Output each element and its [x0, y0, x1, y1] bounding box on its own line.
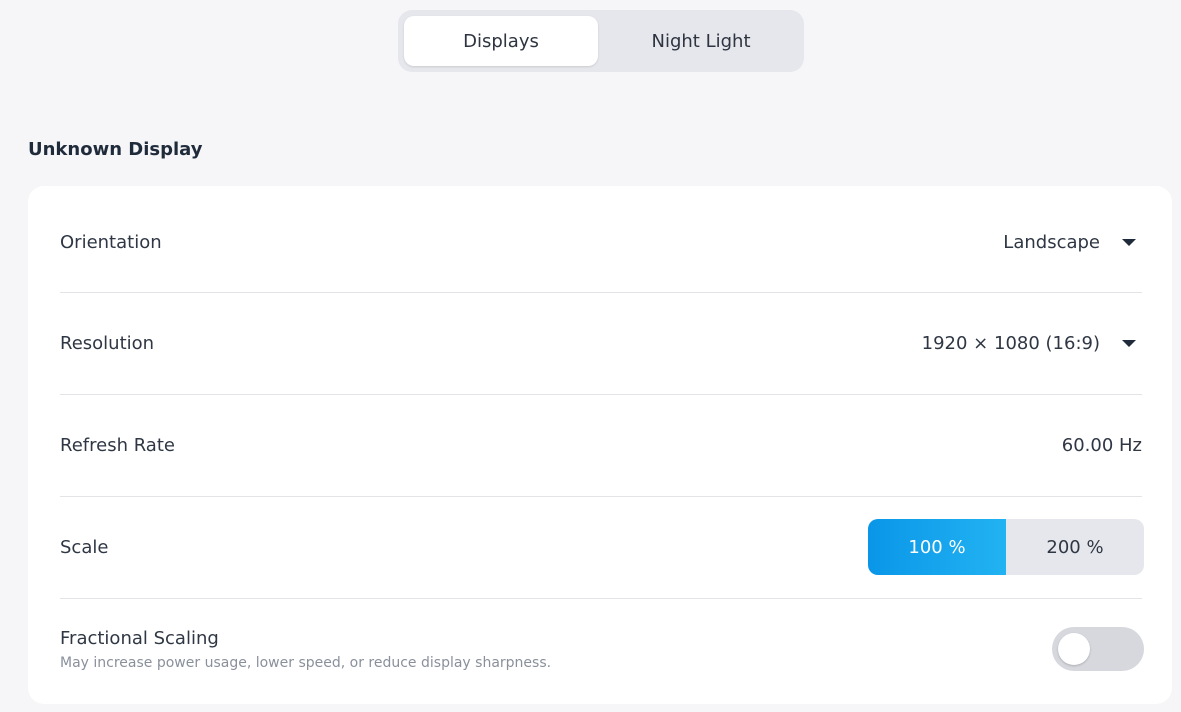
- fractional-scaling-label: Fractional Scaling: [60, 627, 219, 649]
- chevron-down-icon: [1122, 339, 1136, 347]
- resolution-label: Resolution: [60, 332, 155, 354]
- toggle-knob: [1058, 633, 1090, 665]
- resolution-value: 1920 × 1080 (16:9): [921, 332, 1100, 354]
- resolution-dropdown[interactable]: 1920 × 1080 (16:9): [922, 333, 1142, 354]
- scale-label: Scale: [60, 536, 109, 558]
- refresh-rate-label: Refresh Rate: [60, 434, 175, 456]
- orientation-row: Orientation Landscape: [60, 212, 1142, 272]
- orientation-dropdown[interactable]: Landscape: [1003, 232, 1142, 253]
- display-settings-page: Displays Night Light Unknown Display Ori…: [0, 0, 1181, 712]
- separator: [60, 598, 1142, 599]
- fractional-scaling-toggle[interactable]: [1052, 627, 1144, 671]
- separator: [60, 394, 1142, 395]
- orientation-value: Landscape: [1003, 231, 1100, 253]
- refresh-rate-row: Refresh Rate 60.00 Hz: [60, 415, 1142, 475]
- fractional-scaling-description: May increase power usage, lower speed, o…: [60, 654, 552, 671]
- scale-row: Scale 100 % 200 %: [60, 519, 1144, 575]
- fractional-scaling-text: Fractional Scaling May increase power us…: [60, 628, 551, 671]
- separator: [60, 292, 1142, 293]
- scale-selector: 100 % 200 %: [868, 519, 1144, 575]
- tab-displays[interactable]: Displays: [404, 16, 598, 66]
- scale-option-100[interactable]: 100 %: [868, 519, 1006, 575]
- refresh-rate-value: 60.00 Hz: [1061, 434, 1142, 456]
- orientation-label: Orientation: [60, 231, 162, 253]
- view-switcher: Displays Night Light: [398, 10, 804, 72]
- scale-option-200[interactable]: 200 %: [1006, 519, 1144, 575]
- tab-night-light[interactable]: Night Light: [604, 16, 798, 66]
- separator: [60, 496, 1142, 497]
- chevron-down-icon: [1122, 238, 1136, 246]
- section-title: Unknown Display: [28, 139, 203, 160]
- fractional-scaling-row: Fractional Scaling May increase power us…: [60, 618, 1144, 680]
- resolution-row: Resolution 1920 × 1080 (16:9): [60, 313, 1142, 373]
- display-settings-card: Orientation Landscape Resolution 1920 × …: [28, 186, 1172, 704]
